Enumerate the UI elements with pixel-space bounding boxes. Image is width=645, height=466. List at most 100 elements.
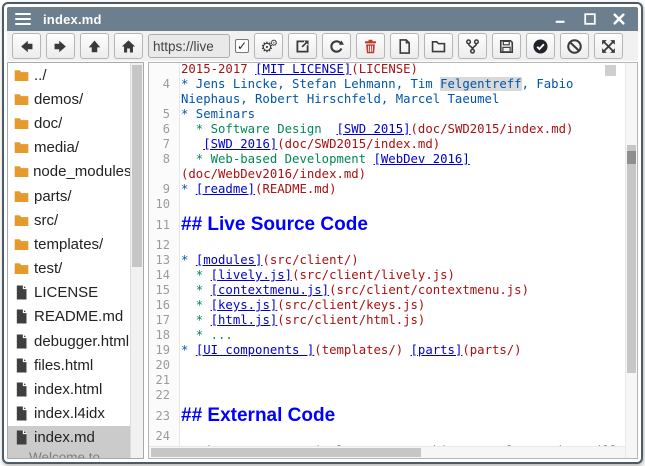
sidebar-scrollbar-thumb[interactable]: [132, 65, 142, 267]
file-name: doc/: [34, 115, 62, 132]
file-name: index.md: [34, 429, 95, 446]
line-number: 15: [149, 283, 175, 298]
editor-vertical-scrollbar[interactable]: [625, 63, 637, 458]
line-text: [175, 388, 181, 403]
save-button[interactable]: [492, 33, 521, 59]
up-button[interactable]: [80, 33, 109, 59]
token: ## External Code: [181, 405, 335, 426]
token: (src/client/contextmenu.js): [329, 283, 529, 297]
folder-icon: [13, 163, 29, 180]
file-name: parts/: [34, 188, 72, 205]
auto-update-checkbox[interactable]: ✓: [235, 39, 249, 53]
token: (src/client/): [262, 253, 358, 267]
line-number: 9: [149, 182, 175, 197]
line-text: [175, 197, 181, 212]
line-number: 20: [149, 358, 175, 373]
token: (src/client/html.js): [277, 313, 425, 327]
file-icon: [13, 308, 30, 325]
line-text: [175, 358, 181, 373]
file-list-item[interactable]: templates/: [8, 232, 130, 256]
menu-icon[interactable]: [15, 13, 31, 25]
open-external-button[interactable]: [288, 33, 317, 59]
file-list-item[interactable]: debugger.html: [8, 329, 130, 353]
file-list-item[interactable]: parts/: [8, 184, 130, 208]
token: (LICENSE): [351, 62, 418, 76]
token: *: [181, 298, 211, 312]
editor-horizontal-scrollbar-thumb[interactable]: [151, 448, 421, 457]
url-input[interactable]: [148, 34, 230, 58]
editor-line: (doc/WebDev2016/index.md): [149, 167, 625, 182]
file-list-item[interactable]: README.md: [8, 305, 130, 329]
folder-icon: [13, 139, 30, 156]
app-window: index.md ✓ ⚙⚙ ../ demos/doc/media/node_mod…: [2, 2, 643, 464]
line-text: [175, 429, 181, 444]
external-link-icon: [294, 38, 311, 55]
token: *: [181, 268, 211, 282]
svg-text:⚙: ⚙: [270, 38, 277, 48]
refresh-icon: [328, 38, 345, 55]
refresh-button[interactable]: [322, 33, 351, 59]
file-name: README.md: [34, 308, 123, 325]
fullscreen-button[interactable]: [594, 33, 623, 59]
file-list-item[interactable]: node_modules/: [8, 160, 130, 184]
file-list-item[interactable]: index.html: [8, 377, 130, 401]
file-list-item[interactable]: demos/: [8, 87, 130, 111]
file-list-item[interactable]: doc/: [8, 111, 130, 135]
file-list-item[interactable]: index.l4idx: [8, 402, 130, 426]
accept-button[interactable]: [526, 33, 555, 59]
delete-button[interactable]: [356, 33, 385, 59]
editor-line: 16 * [keys.js](src/client/keys.js): [149, 298, 625, 313]
back-button[interactable]: [12, 33, 41, 59]
token: * ...: [181, 328, 233, 342]
token: (src/client/lively.js): [292, 268, 455, 282]
file-name: test/: [34, 260, 62, 277]
maximize-button[interactable]: [583, 12, 597, 26]
line-text: * Jens Lincke, Stefan Lehmann, Tim Felge…: [175, 77, 573, 92]
folder-icon: [13, 188, 30, 205]
new-file-button[interactable]: [390, 33, 419, 59]
markdown-link: [SWD 2015]: [336, 122, 410, 136]
file-list-item[interactable]: files.html: [8, 353, 130, 377]
cancel-button[interactable]: [560, 33, 589, 59]
token: (src/client/keys.js): [277, 298, 425, 312]
ban-icon: [566, 38, 583, 55]
editor-vertical-scrollbar-thumb[interactable]: [627, 145, 636, 373]
minimize-button[interactable]: [554, 12, 568, 26]
line-number: [149, 62, 175, 77]
line-text: [SWD 2016](doc/SWD2015/index.md): [175, 137, 440, 152]
line-number: 14: [149, 268, 175, 283]
settings-button[interactable]: ⚙⚙: [254, 33, 283, 59]
forward-button[interactable]: [46, 33, 75, 59]
home-button[interactable]: [114, 33, 143, 59]
editor-line: 10: [149, 197, 625, 212]
close-button[interactable]: [612, 12, 626, 26]
editor-line: 18 * ...: [149, 328, 625, 343]
markdown-link: [keys.js]: [211, 298, 278, 312]
file-list-item[interactable]: ../: [8, 63, 130, 87]
line-text: [175, 373, 181, 388]
line-number: 13: [149, 253, 175, 268]
editor-horizontal-scrollbar[interactable]: [149, 446, 625, 458]
file-list-item[interactable]: LICENSE: [8, 281, 130, 305]
new-folder-button[interactable]: [424, 33, 453, 59]
file-name: debugger.html: [34, 333, 129, 350]
file-list-item[interactable]: test/: [8, 257, 130, 281]
editor-content[interactable]: 2015-2017 [MIT LICENSE](LICENSE)4* Jens …: [149, 62, 625, 459]
editor-line: 8 * Web-based Development [WebDev 2016]: [149, 152, 625, 167]
file-list-item[interactable]: src/: [8, 208, 130, 232]
file-name: demos/: [34, 91, 83, 108]
file-list-item[interactable]: index.md: [8, 426, 130, 450]
sidebar-scrollbar[interactable]: [130, 63, 143, 458]
file-icon: [13, 284, 30, 301]
markdown-editor: 2015-2017 [MIT LICENSE](LICENSE)4* Jens …: [148, 62, 638, 459]
token: (doc/SWD2015/index.md): [411, 122, 574, 136]
editor-heading-line: 11## Live Source Code: [149, 212, 625, 238]
line-number: [149, 167, 175, 182]
versions-button[interactable]: [458, 33, 487, 59]
file-list-item[interactable]: media/: [8, 136, 130, 160]
line-text: * [keys.js](src/client/keys.js): [175, 298, 425, 313]
expand-arrows-icon: [600, 38, 617, 55]
line-number: 6: [149, 122, 175, 137]
editor-line: 17 * [html.js](src/client/html.js): [149, 313, 625, 328]
file-name: files.html: [34, 357, 93, 374]
